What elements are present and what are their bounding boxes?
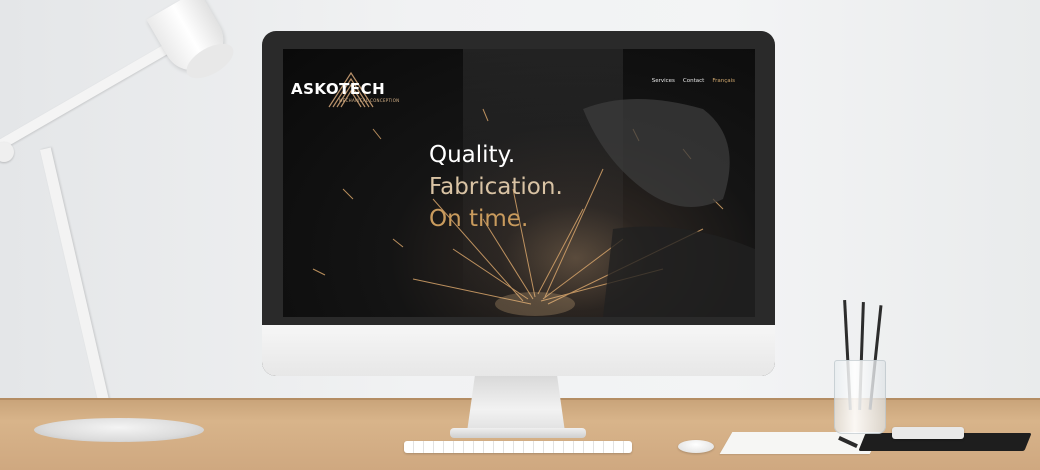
phone bbox=[892, 427, 964, 439]
pencil-glass bbox=[834, 360, 886, 434]
monitor-chin bbox=[262, 325, 775, 376]
hero-headline: Quality. Fabrication. On time. bbox=[429, 139, 563, 235]
paper-sheet bbox=[719, 432, 883, 454]
mouse bbox=[678, 440, 714, 453]
nav-services-link[interactable]: Services bbox=[652, 78, 675, 84]
keyboard bbox=[404, 441, 632, 453]
monitor-stand-neck bbox=[467, 376, 565, 432]
nav-contact-link[interactable]: Contact bbox=[683, 78, 704, 84]
lamp-base bbox=[34, 418, 204, 442]
monitor: ASKOTECH MECHANICAL CONCEPTION Services … bbox=[262, 31, 775, 376]
hero-line-quality: Quality. bbox=[429, 142, 516, 168]
website-screen: ASKOTECH MECHANICAL CONCEPTION Services … bbox=[283, 49, 755, 317]
main-nav: Services Contact Français bbox=[652, 78, 735, 84]
hero-line-on-time: On time. bbox=[429, 206, 529, 232]
logo-wordmark[interactable]: ASKOTECH bbox=[291, 80, 385, 98]
hero-line-fabrication: Fabrication. bbox=[429, 174, 563, 200]
monitor-stand-foot bbox=[450, 428, 586, 438]
logo-subtitle: MECHANICAL CONCEPTION bbox=[339, 98, 400, 103]
language-switch-link[interactable]: Français bbox=[712, 78, 735, 84]
